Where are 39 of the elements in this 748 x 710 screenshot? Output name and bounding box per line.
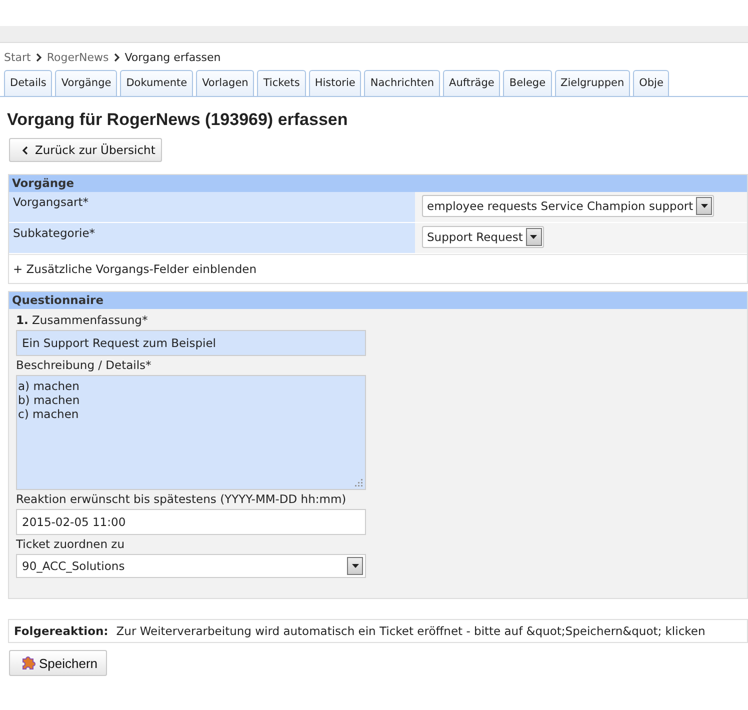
tab[interactable]: Aufträge — [443, 70, 500, 96]
textarea-field[interactable]: a) machen b) machen c) machen — [16, 375, 366, 490]
puzzle-icon — [20, 655, 36, 671]
field-label: Subkategorie* — [9, 223, 415, 253]
dropdown[interactable]: 90_ACC_Solutions — [16, 554, 366, 578]
breadcrumb-link[interactable]: RogerNews — [46, 51, 109, 64]
input-field[interactable]: Ein Support Request zum Beispiel — [16, 330, 366, 356]
field-label: Reaktion erwünscht bis spätestens (YYYY-MM-DD hh:mm) — [16, 491, 348, 508]
field-label: 1. Zusammenfassung* — [16, 312, 149, 329]
tab[interactable]: Tickets — [257, 70, 306, 96]
info-text: Zur Weiterverarbeitung wird automatisch ein Ticket eröffnet - bitte auf &quot;Speichern&quot; klicken — [116, 624, 706, 638]
breadcrumb-current: Vorgang erfassen — [124, 51, 221, 64]
chevron-left-icon — [22, 146, 28, 154]
field-label: Beschreibung / Details* — [16, 357, 152, 374]
resize-grip-icon — [355, 479, 363, 487]
tab[interactable]: Zielgruppen — [554, 70, 630, 96]
page-title: Vorgang für RogerNews (193969) erfassen — [7, 110, 349, 130]
tab[interactable]: Obje — [633, 70, 670, 96]
tab[interactable]: Vorlagen — [196, 70, 254, 96]
info-label: Folgereaktion: — [14, 624, 108, 638]
tab[interactable]: Dokumente — [120, 70, 194, 96]
tab[interactable]: Historie — [308, 70, 362, 96]
field-label: Ticket zuordnen zu — [16, 536, 126, 553]
chevron-icon — [114, 53, 120, 62]
section-header: Questionnaire — [9, 292, 747, 309]
section-header: Vorgänge — [9, 175, 747, 192]
save-button[interactable]: Speichern — [9, 650, 107, 676]
tab[interactable]: Nachrichten — [364, 70, 440, 96]
tab[interactable]: Belege — [503, 70, 552, 96]
tab[interactable]: Details — [4, 70, 52, 96]
back-button[interactable]: Zurück zur Übersicht — [9, 138, 162, 162]
field-label: Vorgangsart* — [9, 192, 415, 222]
dropdown[interactable]: employee requests Service Champion support — [422, 195, 714, 217]
expand-link[interactable]: + Zusätzliche Vorgangs-Felder einblenden — [13, 262, 256, 276]
chevron-icon — [36, 53, 42, 62]
tab[interactable]: Vorgänge — [55, 70, 118, 96]
breadcrumb-link[interactable]: Start — [4, 51, 31, 64]
dropdown[interactable]: Support Request — [422, 226, 544, 248]
input-field[interactable]: 2015-02-05 11:00 — [16, 509, 366, 535]
